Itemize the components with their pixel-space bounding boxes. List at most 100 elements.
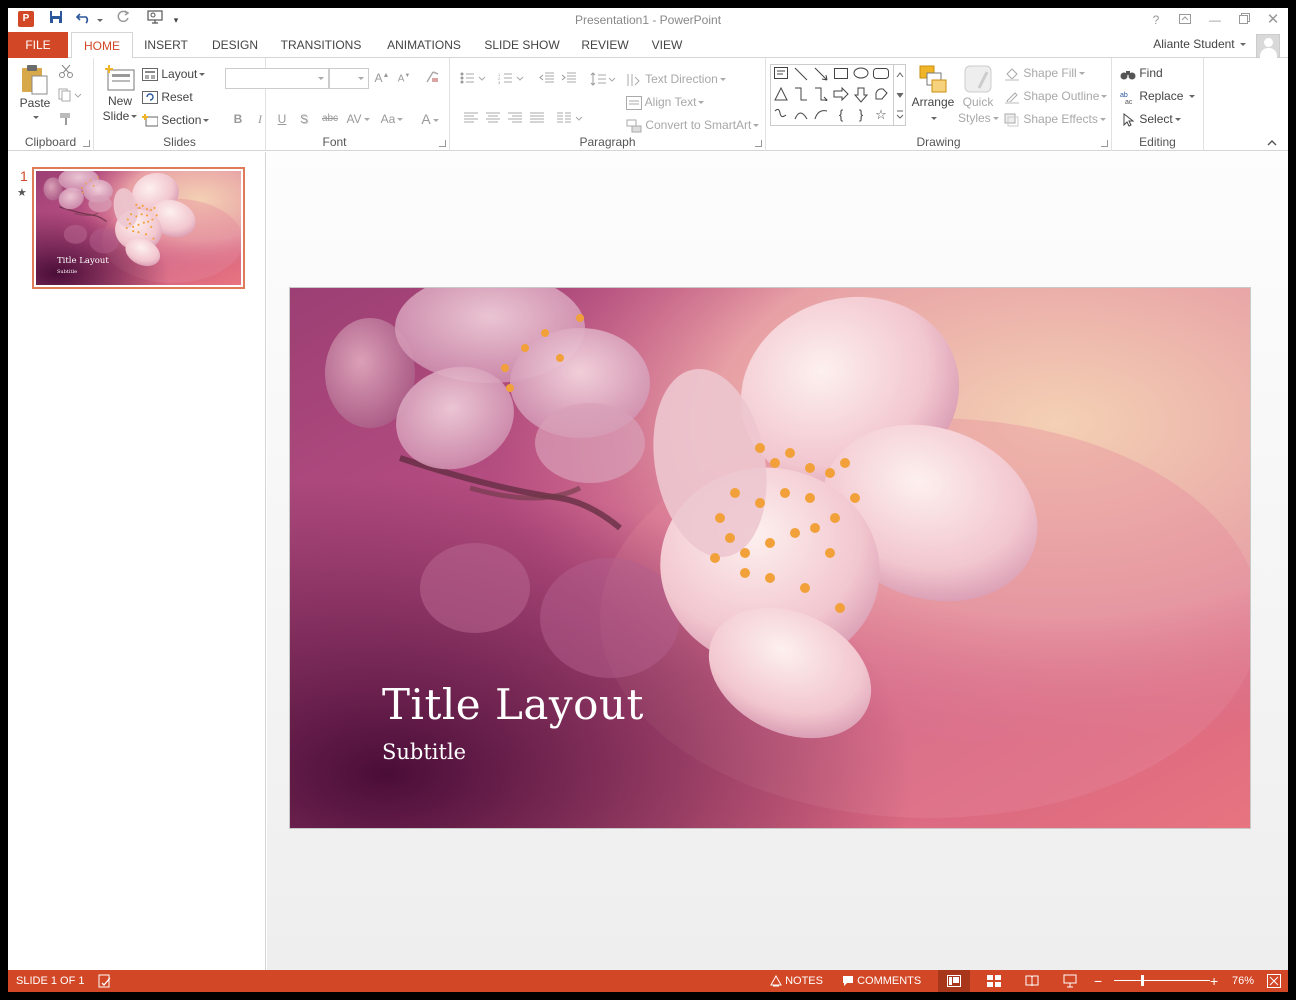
tab-file[interactable]: FILE (8, 32, 68, 58)
increase-indent-icon[interactable] (560, 72, 578, 87)
reset-button[interactable]: Reset (142, 90, 193, 105)
slide-show-icon[interactable] (1054, 970, 1086, 992)
shrink-font-button[interactable]: A▼ (395, 73, 413, 84)
format-painter-icon[interactable] (58, 112, 74, 129)
rounded-rectangle-icon[interactable] (873, 67, 889, 83)
fit-to-window-icon[interactable] (1267, 970, 1281, 992)
shapes-gallery[interactable]: { } ☆ (770, 64, 906, 126)
dialog-launcher-icon[interactable] (755, 140, 762, 147)
text-shadow-button[interactable]: S (295, 112, 313, 126)
gallery-scroll-down-icon[interactable] (893, 85, 905, 105)
tab-home[interactable]: HOME (71, 32, 133, 59)
oval-shape-icon[interactable] (853, 67, 869, 83)
ribbon-display-options-icon[interactable] (1175, 10, 1195, 30)
arrow-line-icon[interactable] (813, 67, 829, 83)
tab-review[interactable]: REVIEW (576, 32, 634, 58)
underline-button[interactable]: U (273, 112, 291, 126)
arrange-button[interactable]: Arrange (910, 64, 956, 126)
find-button[interactable]: Find (1120, 66, 1163, 81)
slide-sorter-icon[interactable] (978, 970, 1010, 992)
align-text-button[interactable]: Align Text (626, 95, 705, 110)
align-left-icon[interactable] (462, 112, 480, 127)
scribble-icon[interactable] (773, 107, 789, 123)
tab-animations[interactable]: ANIMATIONS (380, 32, 468, 58)
numbering-icon[interactable]: 123 (494, 72, 528, 87)
slide-title[interactable]: Title Layout (382, 680, 644, 729)
font-color-button[interactable]: A (416, 111, 444, 127)
normal-view-icon[interactable] (938, 970, 970, 992)
clear-formatting-icon[interactable] (423, 70, 441, 87)
star-shape-icon[interactable]: ☆ (873, 107, 889, 123)
shape-effects-button[interactable]: Shape Effects (1004, 112, 1106, 127)
triangle-shape-icon[interactable] (773, 86, 789, 103)
paste-button[interactable]: Paste (18, 64, 52, 124)
slide-thumbnail[interactable]: Title Layout Subtitle (32, 167, 245, 289)
left-brace-icon[interactable]: { (833, 107, 849, 123)
text-box-icon[interactable] (773, 67, 789, 83)
dialog-launcher-icon[interactable] (439, 140, 446, 147)
minimize-icon[interactable]: — (1205, 10, 1225, 30)
slide-subtitle[interactable]: Subtitle (382, 740, 466, 764)
zoom-slider-thumb[interactable] (1141, 975, 1144, 986)
freeform-shape-icon[interactable] (873, 87, 889, 103)
reading-view-icon[interactable] (1016, 970, 1048, 992)
new-slide-button[interactable]: New Slide (102, 64, 138, 124)
down-arrow-shape-icon[interactable] (853, 87, 869, 103)
arc-icon[interactable] (813, 107, 829, 123)
italic-button[interactable]: I (251, 112, 269, 127)
strikethrough-button[interactable]: abc (318, 113, 342, 124)
line-shape-icon[interactable] (793, 67, 809, 83)
align-right-icon[interactable] (506, 112, 524, 127)
tab-design[interactable]: DESIGN (208, 32, 262, 58)
avatar[interactable] (1256, 34, 1280, 58)
zoom-level[interactable]: 76% (1232, 970, 1254, 992)
bullets-icon[interactable] (456, 72, 490, 87)
font-size-input[interactable] (329, 68, 369, 89)
decrease-indent-icon[interactable] (538, 72, 556, 87)
gallery-scroll-up-icon[interactable] (893, 65, 905, 85)
font-name-input[interactable] (225, 68, 329, 89)
spell-check-icon[interactable] (98, 970, 112, 992)
convert-to-smartart-button[interactable]: Convert to SmartArt (626, 118, 760, 133)
notes-button[interactable]: NOTES (770, 970, 823, 992)
curved-line-icon[interactable] (793, 107, 809, 123)
text-direction-button[interactable]: Text Direction (626, 72, 726, 87)
user-account[interactable]: Aliante Student (1153, 37, 1246, 51)
change-case-button[interactable]: Aa (378, 112, 406, 126)
restore-icon[interactable] (1234, 10, 1254, 30)
zoom-in-icon[interactable]: + (1210, 970, 1218, 992)
collapse-ribbon-icon[interactable] (1266, 136, 1278, 150)
right-arrow-shape-icon[interactable] (833, 86, 849, 103)
select-button[interactable]: Select (1120, 112, 1181, 127)
slide-canvas[interactable]: Title Layout Subtitle (289, 287, 1251, 829)
dialog-launcher-icon[interactable] (83, 140, 90, 147)
zoom-slider[interactable] (1114, 980, 1210, 981)
right-brace-icon[interactable]: } (853, 107, 869, 123)
rectangle-shape-icon[interactable] (833, 67, 849, 83)
align-center-icon[interactable] (484, 112, 502, 127)
elbow-arrow-icon[interactable] (813, 87, 829, 104)
bold-button[interactable]: B (229, 112, 247, 126)
tab-transitions[interactable]: TRANSITIONS (276, 32, 366, 58)
justify-icon[interactable] (528, 112, 546, 127)
zoom-out-icon[interactable]: − (1094, 970, 1102, 992)
line-spacing-icon[interactable] (588, 72, 618, 89)
gallery-more-icon[interactable] (893, 105, 905, 125)
comments-button[interactable]: COMMENTS (842, 970, 921, 992)
layout-button[interactable]: Layout (142, 67, 206, 82)
dialog-launcher-icon[interactable] (1101, 140, 1108, 147)
columns-icon[interactable] (556, 112, 584, 127)
tab-slide-show[interactable]: SLIDE SHOW (482, 32, 562, 58)
quick-styles-button[interactable]: Quick Styles (958, 64, 999, 126)
shape-fill-button[interactable]: Shape Fill (1004, 66, 1085, 81)
cut-icon[interactable] (58, 64, 74, 81)
help-icon[interactable]: ? (1146, 10, 1166, 30)
copy-icon[interactable] (58, 88, 82, 105)
replace-button[interactable]: ab ac Replace (1120, 89, 1195, 104)
elbow-connector-icon[interactable] (793, 87, 809, 103)
character-spacing-button[interactable]: AV (344, 112, 372, 126)
section-button[interactable]: Section (142, 113, 210, 127)
shape-outline-button[interactable]: Shape Outline (1004, 89, 1108, 104)
tab-view[interactable]: VIEW (648, 32, 686, 58)
tab-insert[interactable]: INSERT (140, 32, 192, 58)
